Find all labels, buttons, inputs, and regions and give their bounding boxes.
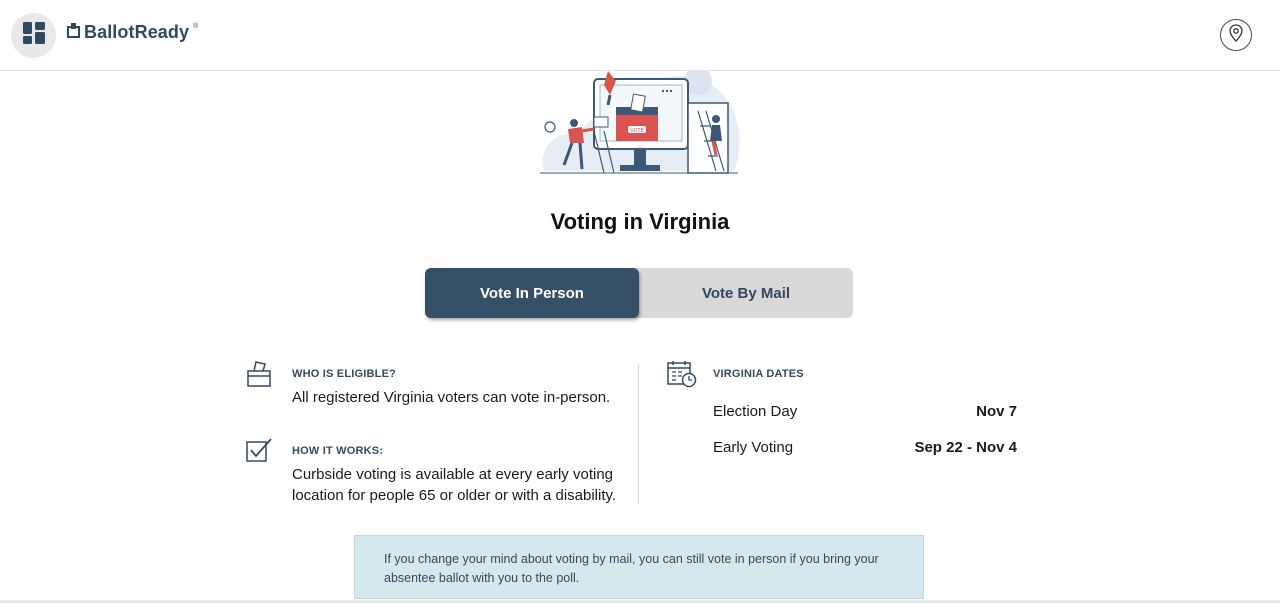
section-divider: [638, 364, 639, 504]
ballot-box-icon: [67, 22, 80, 43]
voting-illustration: VOTE: [538, 67, 742, 177]
map-pin-icon: [1229, 23, 1243, 47]
top-header: BallotReady ®: [0, 0, 1280, 71]
tab-vote-by-mail[interactable]: Vote By Mail: [639, 268, 853, 318]
vote-method-tabs: Vote In Person Vote By Mail: [425, 268, 853, 318]
notice-line2: absentee ballot with you to the poll.: [384, 571, 580, 585]
eligibility-text: All registered Virginia voters can vote …: [292, 389, 611, 406]
date-value: Sep 22 - Nov 4: [914, 439, 1017, 456]
location-button[interactable]: [1220, 19, 1252, 51]
how-it-works-label: HOW IT WORKS:: [292, 445, 384, 457]
dashboard-grid-icon: [22, 22, 45, 49]
date-row-early-voting: Early Voting Sep 22 - Nov 4: [713, 439, 1017, 456]
menu-button[interactable]: [11, 13, 56, 58]
logo-text: BallotReady: [84, 22, 190, 42]
ballotready-logo[interactable]: BallotReady ®: [67, 22, 198, 43]
date-name: Election Day: [713, 403, 798, 420]
dates-label: VIRGINIA DATES: [713, 368, 804, 380]
date-name: Early Voting: [713, 439, 794, 456]
ballot-box-icon: [247, 361, 271, 392]
eligibility-label: WHO IS ELIGIBLE?: [292, 368, 397, 380]
tab-vote-in-person[interactable]: Vote In Person: [425, 268, 639, 318]
how-it-works-text-line1: Curbside voting is available at every ea…: [292, 466, 613, 483]
date-value: Nov 7: [976, 403, 1017, 420]
checkbox-icon: [246, 438, 273, 468]
calendar-clock-icon: [667, 360, 697, 393]
notice-line1: If you change your mind about voting by …: [384, 552, 879, 566]
registered-mark: ®: [193, 23, 199, 30]
page-title: Voting in Virginia: [550, 209, 730, 234]
mail-notice-banner: If you change your mind about voting by …: [354, 535, 924, 599]
how-it-works-text-line2: location for people 65 or older or with …: [292, 487, 617, 504]
date-row-election-day: Election Day Nov 7: [713, 403, 1017, 420]
svg-text:VOTE: VOTE: [630, 128, 643, 134]
